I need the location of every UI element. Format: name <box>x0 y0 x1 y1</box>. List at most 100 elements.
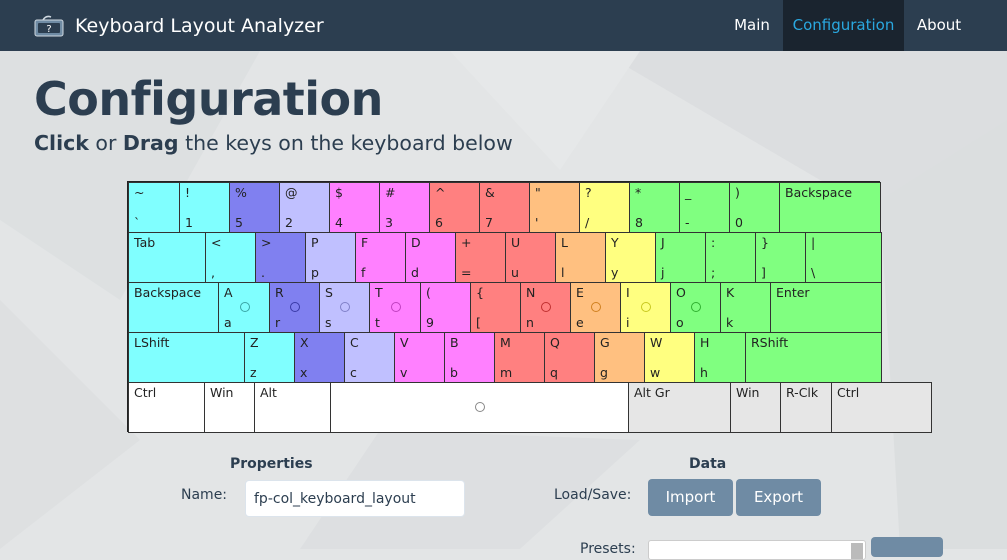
key-2-1[interactable]: Aa <box>218 282 270 333</box>
key-top-label: D <box>411 235 421 250</box>
key-2-0[interactable]: Backspace <box>128 282 219 333</box>
nav-about[interactable]: About <box>906 0 972 51</box>
key-0-7[interactable]: & 7 <box>479 182 530 233</box>
key-4-0[interactable]: Ctrl <box>128 382 205 433</box>
key-4-2[interactable]: Alt <box>254 382 331 433</box>
key-1-12[interactable]: }] <box>755 232 806 283</box>
key-top-label: RShift <box>751 335 789 350</box>
key-3-4[interactable]: Vv <box>394 332 445 383</box>
key-bottom-label: f <box>361 265 366 280</box>
key-3-0[interactable]: LShift <box>128 332 245 383</box>
select-scrollbar[interactable] <box>851 543 863 559</box>
key-top-label: ? <box>585 185 592 200</box>
key-1-8[interactable]: Ll <box>555 232 606 283</box>
export-button[interactable]: Export <box>736 479 821 516</box>
key-4-3[interactable] <box>330 382 629 433</box>
key-top-label: L <box>561 235 568 250</box>
key-1-5[interactable]: Dd <box>405 232 456 283</box>
presets-apply-button[interactable] <box>871 537 943 557</box>
nav-configuration[interactable]: Configuration <box>783 0 904 51</box>
key-top-label: > <box>261 235 272 250</box>
key-3-10[interactable]: Hh <box>694 332 746 383</box>
key-top-label: Ctrl <box>837 385 860 400</box>
key-3-9[interactable]: Ww <box>644 332 695 383</box>
key-bottom-label: n <box>526 315 534 330</box>
key-1-10[interactable]: Jj <box>655 232 706 283</box>
key-bottom-label: o <box>676 315 684 330</box>
key-top-label: @ <box>285 185 298 200</box>
key-4-5[interactable]: Win <box>730 382 781 433</box>
key-2-12[interactable]: Enter <box>770 282 882 333</box>
key-4-7[interactable]: Ctrl <box>831 382 932 433</box>
nav-main[interactable]: Main <box>723 0 781 51</box>
key-0-3[interactable]: @2 <box>279 182 330 233</box>
key-3-1[interactable]: Zz <box>244 332 295 383</box>
key-top-label: S <box>325 285 333 300</box>
key-0-0[interactable]: ~ ` <box>128 182 180 233</box>
key-0-9[interactable]: ? / <box>579 182 630 233</box>
key-bottom-label: 5 <box>235 215 243 230</box>
key-2-6[interactable]: {[ <box>470 282 521 333</box>
key-1-3[interactable]: Pp <box>305 232 356 283</box>
key-0-8[interactable]: " ' <box>529 182 580 233</box>
key-1-4[interactable]: Ff <box>355 232 406 283</box>
key-1-11[interactable]: :; <box>705 232 756 283</box>
key-bottom-label: 7 <box>485 215 493 230</box>
key-top-label: Backspace <box>785 185 853 200</box>
key-3-5[interactable]: Bb <box>444 332 495 383</box>
home-finger-indicator <box>541 302 551 312</box>
key-2-11[interactable]: Kk <box>720 282 771 333</box>
key-4-1[interactable]: Win <box>204 382 255 433</box>
key-bottom-label: , <box>211 265 215 280</box>
key-4-6[interactable]: R-Clk <box>780 382 832 433</box>
key-0-11[interactable]: _ - <box>679 182 730 233</box>
key-2-2[interactable]: Rr <box>269 282 320 333</box>
key-1-1[interactable]: <, <box>205 232 256 283</box>
key-2-8[interactable]: Ee <box>570 282 621 333</box>
key-top-label: A <box>224 285 233 300</box>
key-0-5[interactable]: #3 <box>379 182 430 233</box>
key-3-8[interactable]: Gg <box>594 332 645 383</box>
key-top-label: $ <box>335 185 343 200</box>
key-3-3[interactable]: Cc <box>344 332 395 383</box>
key-bottom-label: d <box>411 265 419 280</box>
key-0-13[interactable]: Backspace <box>779 182 881 233</box>
key-top-label: Win <box>210 385 234 400</box>
key-1-6[interactable]: + = <box>455 232 506 283</box>
key-1-13[interactable]: | \ <box>805 232 882 283</box>
key-3-2[interactable]: Xx <box>294 332 345 383</box>
key-1-9[interactable]: Yy <box>605 232 656 283</box>
key-1-2[interactable]: >. <box>255 232 306 283</box>
key-2-5[interactable]: (9 <box>420 282 471 333</box>
key-2-3[interactable]: Ss <box>319 282 370 333</box>
key-0-12[interactable]: ) 0 <box>729 182 780 233</box>
key-2-9[interactable]: Ii <box>620 282 671 333</box>
key-bottom-label: [ <box>476 315 481 330</box>
key-top-label: Y <box>611 235 619 250</box>
key-1-7[interactable]: Uu <box>505 232 556 283</box>
key-3-11[interactable]: RShift <box>745 332 882 383</box>
key-0-4[interactable]: $4 <box>329 182 380 233</box>
key-top-label: Q <box>550 335 560 350</box>
key-top-label: N <box>526 285 536 300</box>
key-0-6[interactable]: ^ 6 <box>429 182 480 233</box>
key-0-10[interactable]: * 8 <box>629 182 680 233</box>
key-0-1[interactable]: ! 1 <box>179 182 230 233</box>
key-top-label: B <box>450 335 459 350</box>
key-3-6[interactable]: Mm <box>494 332 545 383</box>
key-bottom-label: e <box>576 315 584 330</box>
key-0-2[interactable]: % 5 <box>229 182 280 233</box>
presets-select[interactable] <box>648 540 866 560</box>
key-bottom-label: z <box>250 365 257 380</box>
brand-link[interactable]: ? Keyboard Layout Analyzer <box>34 0 324 51</box>
import-button[interactable]: Import <box>648 479 733 516</box>
key-3-7[interactable]: Qq <box>544 332 595 383</box>
key-1-0[interactable]: Tab <box>128 232 206 283</box>
name-input[interactable] <box>245 480 465 517</box>
loadsave-label: Load/Save: <box>554 487 632 503</box>
key-4-4[interactable]: Alt Gr <box>628 382 731 433</box>
key-2-4[interactable]: Tt <box>369 282 421 333</box>
home-finger-indicator <box>290 302 300 312</box>
key-2-7[interactable]: Nn <box>520 282 571 333</box>
key-2-10[interactable]: Oo <box>670 282 721 333</box>
